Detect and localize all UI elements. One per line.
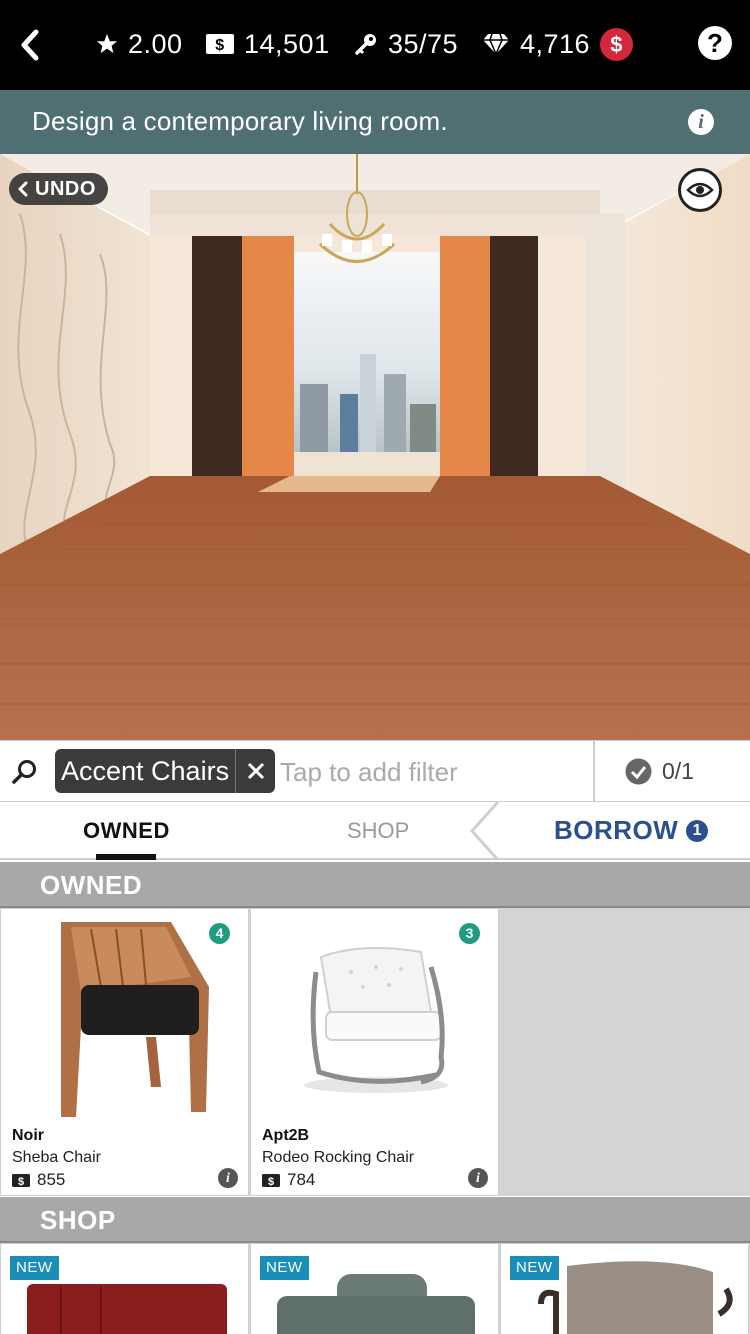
back-button[interactable] (14, 26, 48, 64)
svg-text:$: $ (18, 1176, 24, 1187)
eye-icon (686, 182, 714, 198)
undo-label: UNDO (35, 177, 96, 200)
selection-count: 0/1 (593, 741, 750, 801)
chevron-left-icon (21, 29, 39, 61)
status-bar: 2.00 $ 14,501 35/75 4,716 $ ? (0, 0, 750, 90)
new-badge: NEW (510, 1256, 559, 1280)
shop-item-card[interactable]: NEW (500, 1243, 749, 1334)
key-icon (355, 34, 376, 55)
new-badge: NEW (10, 1256, 59, 1280)
dollar-bill-icon: $ (206, 34, 234, 54)
star-icon (96, 33, 118, 54)
rating-value: 2.00 (128, 28, 183, 59)
keys-stat: 35/75 (354, 24, 458, 64)
chevron-left-icon (18, 181, 28, 197)
task-description: Design a contemporary living room. (32, 106, 448, 136)
search-icon[interactable] (12, 759, 38, 785)
remove-filter-button[interactable] (235, 749, 275, 793)
tab-divider-arrow (470, 802, 500, 860)
shop-section-header: SHOP (0, 1197, 750, 1243)
shop-items-grid: NEW NEW NEW (0, 1243, 750, 1334)
gems-value: 4,716 (520, 28, 591, 59)
room-canvas[interactable]: UNDO (0, 154, 750, 740)
check-circle-icon (625, 758, 652, 784)
owned-quantity-badge: 3 (459, 923, 480, 944)
task-banner: Design a contemporary living room. i (0, 90, 750, 154)
close-icon (247, 762, 264, 780)
shop-item-card[interactable]: NEW (250, 1243, 499, 1334)
filter-chip[interactable]: Accent Chairs (55, 749, 276, 793)
coins-stat: $ 14,501 (206, 24, 330, 64)
tab-bar: OWNED SHOP BORROW 1 (0, 802, 750, 860)
svg-text:$: $ (215, 37, 224, 54)
tab-borrow-label: BORROW (554, 815, 679, 845)
keys-value: 35/75 (388, 28, 459, 59)
filter-bar: Accent Chairs 0/1 (0, 740, 750, 802)
owned-section-header: OWNED (0, 862, 750, 908)
owned-quantity-badge: 4 (209, 923, 230, 944)
svg-text:$: $ (268, 1176, 274, 1187)
owned-item-card[interactable]: 4 Noir Sheba Chair $ 855 i (0, 908, 249, 1196)
diamond-icon (483, 33, 509, 55)
preview-toggle-button[interactable] (678, 168, 722, 212)
sheba-chair-image (61, 922, 209, 1117)
coins-value: 14,501 (244, 28, 330, 59)
filter-input[interactable] (280, 753, 580, 791)
rodeo-rocking-chair-image (304, 947, 448, 1093)
dollar-bill-icon: $ (262, 1173, 280, 1187)
shop-item-card[interactable]: NEW (0, 1243, 249, 1334)
item-brand: Apt2B (262, 1127, 310, 1144)
room-illustration (0, 154, 750, 740)
selection-count-value: 0/1 (662, 757, 694, 784)
owned-items-grid: 4 Noir Sheba Chair $ 855 i 3 Apt2B Rodeo… (0, 908, 750, 1196)
item-info-icon[interactable]: i (218, 1168, 238, 1188)
item-name: Sheba Chair (12, 1149, 101, 1166)
item-price-value: 784 (287, 1170, 316, 1189)
owned-item-card[interactable]: 3 Apt2B Rodeo Rocking Chair $ 784 i (250, 908, 499, 1196)
tab-shop[interactable]: SHOP (347, 818, 409, 844)
tab-owned-indicator (96, 854, 156, 860)
help-button[interactable]: ? (698, 26, 732, 60)
task-info-button[interactable]: i (688, 109, 714, 135)
item-info-icon[interactable]: i (468, 1168, 488, 1188)
item-price: $ 784 (262, 1170, 315, 1190)
tab-borrow[interactable]: BORROW 1 (554, 815, 709, 846)
filter-chip-label: Accent Chairs (61, 755, 230, 786)
item-price-value: 855 (37, 1170, 66, 1189)
tab-owned[interactable]: OWNED (83, 818, 170, 844)
item-name: Rodeo Rocking Chair (262, 1149, 415, 1166)
buy-currency-button[interactable]: $ (600, 27, 634, 61)
borrow-count-badge: 1 (686, 819, 709, 842)
new-badge: NEW (260, 1256, 309, 1280)
item-price: $ 855 (12, 1170, 65, 1190)
undo-button[interactable]: UNDO (9, 173, 108, 205)
rating-stat: 2.00 (96, 24, 183, 64)
item-brand: Noir (12, 1127, 44, 1144)
gems-stat: 4,716 $ (482, 24, 634, 64)
dollar-bill-icon: $ (12, 1173, 30, 1187)
